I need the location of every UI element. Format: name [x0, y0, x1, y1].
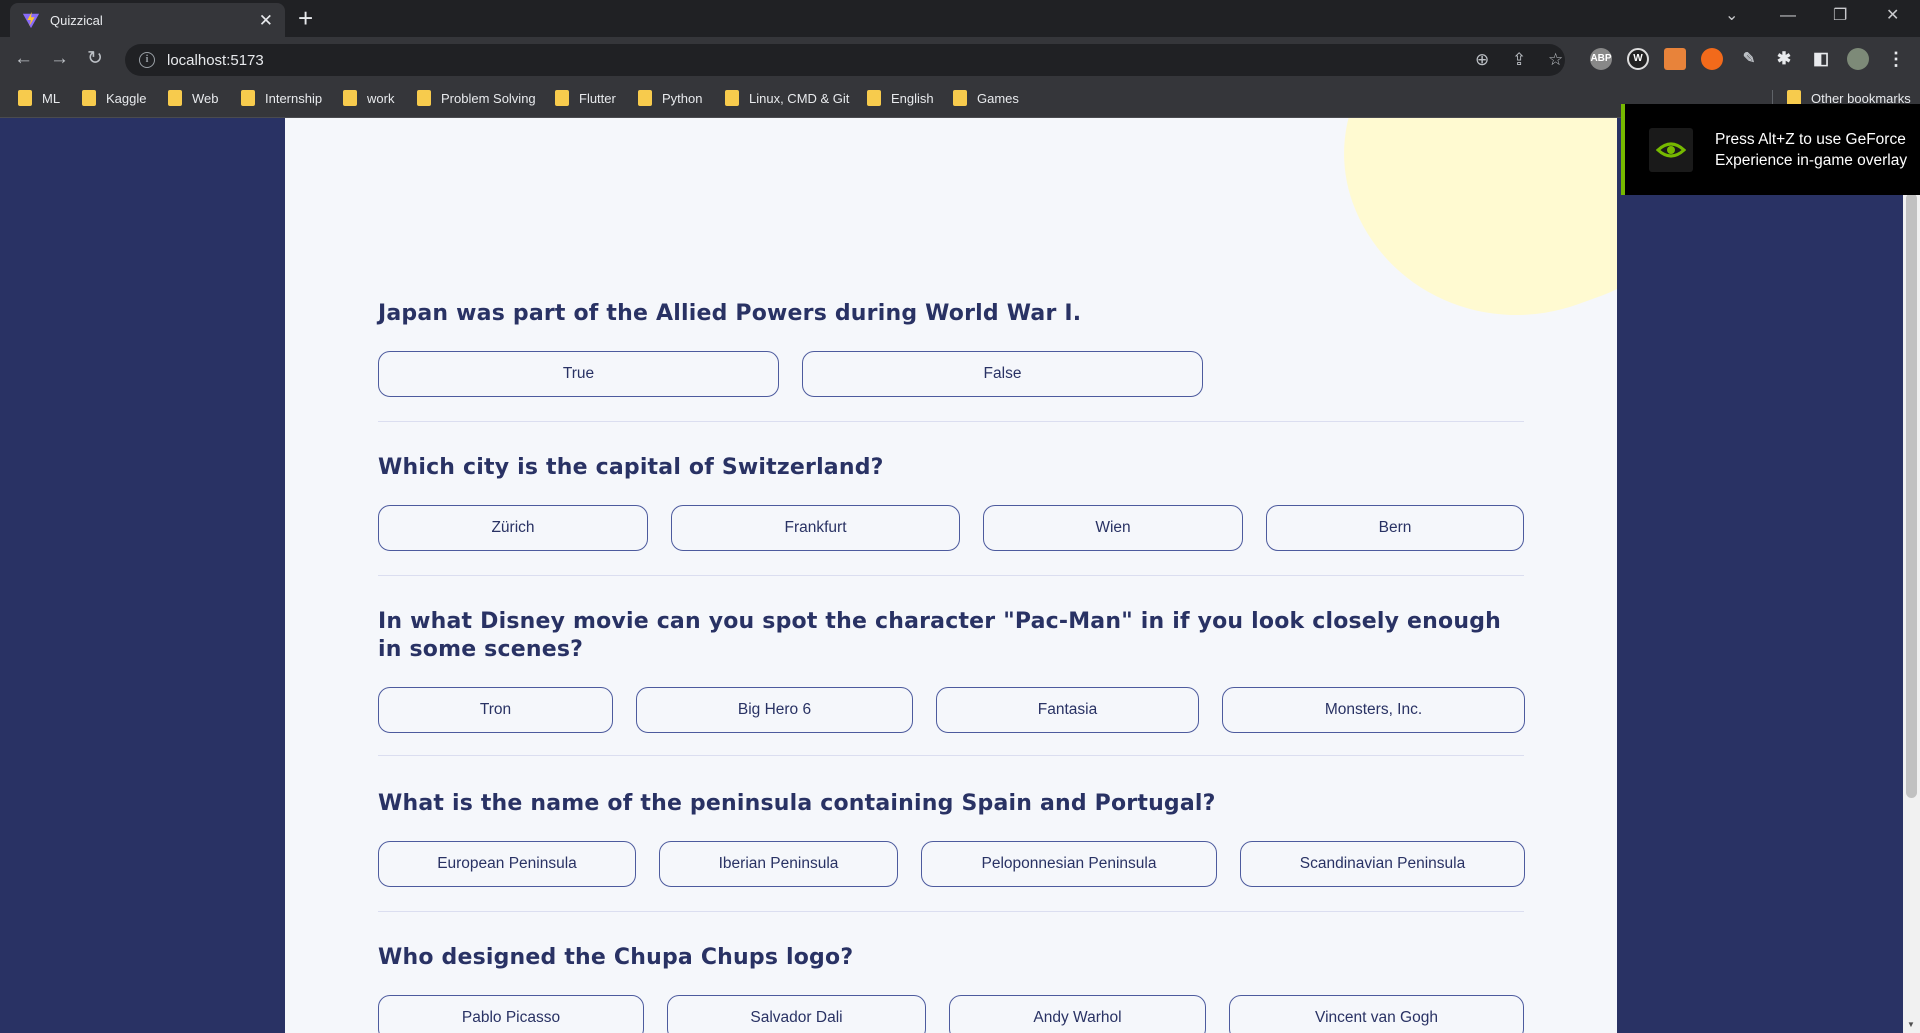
page-scrollbar[interactable]: ▲ ▼ [1903, 118, 1920, 1033]
bookmark-flutter[interactable]: Flutter [555, 90, 616, 106]
side-panel-icon[interactable]: ◧ [1810, 48, 1832, 70]
address-bar[interactable]: i localhost:5173 ⊕ ⇪ ☆ [125, 44, 1565, 76]
folder-icon [343, 90, 357, 106]
w-extension-icon[interactable]: W [1627, 48, 1649, 70]
vite-icon [22, 11, 40, 29]
bookmark-games[interactable]: Games [953, 90, 1019, 106]
reload-icon[interactable]: ↻ [87, 47, 103, 71]
answer-button[interactable]: Pablo Picasso [378, 995, 644, 1033]
folder-icon [725, 90, 739, 106]
question-block: In what Disney movie can you spot the ch… [378, 608, 1525, 756]
answer-button[interactable]: Frankfurt [671, 505, 960, 551]
browser-toolbar: ← → ↻ i localhost:5173 ⊕ ⇪ ☆ ABP W ✎ ✱ ◧… [0, 37, 1920, 82]
tab-bar: Quizzical ✕ + ⌄ — ❐ ✕ [0, 0, 1920, 37]
overlay-message: Press Alt+Z to use GeForce Experience in… [1715, 130, 1908, 169]
answer-button[interactable]: Andy Warhol [949, 995, 1206, 1033]
folder-icon [638, 90, 652, 106]
answer-button[interactable]: European Peninsula [378, 841, 636, 887]
close-window-icon[interactable]: ✕ [1886, 6, 1899, 26]
bookmark-work[interactable]: work [343, 90, 394, 106]
forward-icon[interactable]: → [50, 47, 69, 71]
bookmark-linux[interactable]: Linux, CMD & Git [725, 90, 849, 106]
adblock-icon[interactable]: ABP [1590, 48, 1612, 70]
bookmark-ml[interactable]: ML [18, 90, 60, 106]
folder-extension-icon[interactable] [1664, 48, 1686, 70]
pen-extension-icon[interactable]: ✎ [1738, 48, 1760, 70]
answer-button[interactable]: Vincent van Gogh [1229, 995, 1524, 1033]
folder-icon [417, 90, 431, 106]
close-icon[interactable]: ✕ [259, 12, 273, 29]
folder-icon [168, 90, 182, 106]
bookmark-english[interactable]: English [867, 90, 934, 106]
answer-button[interactable]: Salvador Dali [667, 995, 926, 1033]
answer-button[interactable]: False [802, 351, 1203, 397]
answer-button[interactable]: Bern [1266, 505, 1524, 551]
answer-button[interactable]: Zürich [378, 505, 648, 551]
bookmark-kaggle[interactable]: Kaggle [82, 90, 146, 106]
fire-extension-icon[interactable] [1701, 48, 1723, 70]
scroll-thumb[interactable] [1906, 193, 1917, 798]
question-text: Who designed the Chupa Chups logo? [378, 945, 854, 970]
scroll-down-icon[interactable]: ▼ [1907, 1020, 1915, 1029]
bookmark-python[interactable]: Python [638, 90, 702, 106]
answer-button[interactable]: Tron [378, 687, 613, 733]
bookmark-web[interactable]: Web [168, 90, 219, 106]
zoom-icon[interactable]: ⊕ [1475, 50, 1489, 70]
page-background: Japan was part of the Allied Powers duri… [0, 118, 1920, 1033]
bookmark-internship[interactable]: Internship [241, 90, 322, 106]
chevron-down-icon[interactable]: ⌄ [1725, 6, 1738, 26]
answer-button[interactable]: Peloponnesian Peninsula [921, 841, 1217, 887]
folder-icon [555, 90, 569, 106]
question-text: What is the name of the peninsula contai… [378, 791, 1216, 816]
question-block: Which city is the capital of Switzerland… [378, 454, 1524, 576]
question-block: Japan was part of the Allied Powers duri… [378, 300, 1524, 422]
folder-icon [241, 90, 255, 106]
answer-button[interactable]: Scandinavian Peninsula [1240, 841, 1525, 887]
star-icon[interactable]: ☆ [1548, 50, 1563, 70]
answer-button[interactable]: Wien [983, 505, 1243, 551]
geforce-overlay-toast: Press Alt+Z to use GeForce Experience in… [1621, 104, 1920, 195]
tab-quizzical[interactable]: Quizzical ✕ [10, 3, 285, 37]
answer-button[interactable]: True [378, 351, 779, 397]
bookmark-problem-solving[interactable]: Problem Solving [417, 90, 536, 106]
puzzle-icon[interactable]: ✱ [1773, 48, 1795, 70]
answer-button[interactable]: Big Hero 6 [636, 687, 913, 733]
question-text: Japan was part of the Allied Powers duri… [378, 301, 1082, 326]
answer-button[interactable]: Fantasia [936, 687, 1199, 733]
tab-title: Quizzical [50, 12, 103, 28]
question-text: In what Disney movie can you spot the ch… [378, 609, 1502, 662]
folder-icon [82, 90, 96, 106]
question-block: Who designed the Chupa Chups logo? Pablo… [378, 944, 1524, 1033]
avatar[interactable] [1847, 48, 1869, 70]
share-icon[interactable]: ⇪ [1512, 50, 1526, 70]
question-block: What is the name of the peninsula contai… [378, 790, 1525, 912]
menu-icon[interactable]: ⋮ [1885, 48, 1907, 70]
nvidia-icon [1649, 127, 1693, 172]
minimize-icon[interactable]: — [1780, 6, 1796, 26]
folder-icon [18, 90, 32, 106]
folder-icon [867, 90, 881, 106]
back-icon[interactable]: ← [14, 47, 33, 71]
new-tab-icon[interactable]: + [298, 5, 313, 31]
info-icon[interactable]: i [139, 52, 155, 68]
restore-icon[interactable]: ❐ [1833, 6, 1847, 26]
question-text: Which city is the capital of Switzerland… [378, 455, 884, 480]
answer-button[interactable]: Monsters, Inc. [1222, 687, 1525, 733]
folder-icon [953, 90, 967, 106]
url-text: localhost:5173 [167, 51, 264, 69]
answer-button[interactable]: Iberian Peninsula [659, 841, 898, 887]
quiz-card: Japan was part of the Allied Powers duri… [285, 118, 1617, 1033]
